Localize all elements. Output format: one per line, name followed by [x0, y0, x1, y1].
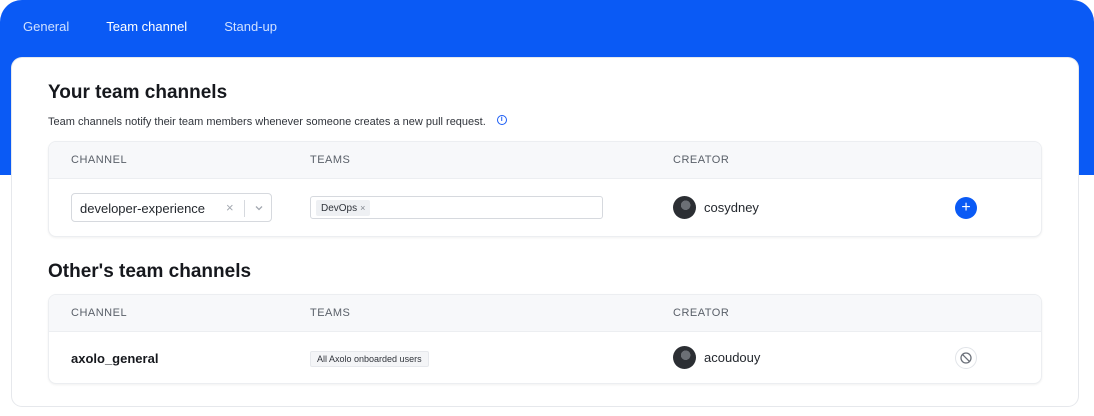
tab-general[interactable]: General [23, 19, 69, 37]
your-channels-table: CHANNEL TEAMS CREATOR developer-experien… [48, 141, 1042, 237]
teams-multiselect[interactable]: DevOps × [310, 196, 603, 219]
column-header-channel: CHANNEL [71, 307, 128, 319]
channel-select[interactable]: developer-experience × [71, 193, 272, 222]
table-row: axolo_general All Axolo onboarded users … [49, 332, 1041, 383]
column-header-teams: TEAMS [310, 307, 351, 319]
table-row: developer-experience × DevOps × cosydney … [49, 179, 1041, 236]
table-header: CHANNEL TEAMS CREATOR [49, 295, 1041, 332]
avatar [673, 196, 696, 219]
team-tag: DevOps × [316, 200, 371, 216]
your-team-channels-description: Team channels notify their team members … [48, 115, 507, 129]
others-channels-table: CHANNEL TEAMS CREATOR axolo_general All … [48, 294, 1042, 384]
your-team-channels-title: Your team channels [48, 82, 228, 103]
creator: acoudouy [673, 346, 760, 369]
column-header-creator: CREATOR [673, 307, 730, 319]
description-text: Team channels notify their team members … [48, 116, 486, 128]
creator-name: cosydney [704, 200, 759, 215]
app-frame: General Team channel Stand-up Your team … [0, 0, 1094, 416]
clear-selection-icon[interactable]: × [226, 200, 234, 215]
ban-icon [960, 352, 972, 364]
creator: cosydney [673, 196, 759, 219]
tab-stand-up[interactable]: Stand-up [224, 19, 277, 37]
info-icon[interactable]: i [496, 115, 507, 125]
add-channel-button[interactable]: + [955, 197, 977, 219]
leave-channel-button[interactable] [955, 347, 977, 369]
team-tag-label: DevOps [321, 203, 358, 214]
settings-card: Your team channels Team channels notify … [12, 58, 1078, 406]
table-header: CHANNEL TEAMS CREATOR [49, 142, 1041, 179]
tab-team-channel[interactable]: Team channel [106, 19, 187, 37]
chevron-down-icon[interactable] [253, 202, 265, 214]
avatar [673, 346, 696, 369]
channel-name: axolo_general [71, 351, 159, 366]
others-team-channels-title: Other's team channels [48, 261, 252, 282]
column-header-channel: CHANNEL [71, 154, 128, 166]
column-header-teams: TEAMS [310, 154, 351, 166]
team-tag: All Axolo onboarded users [310, 351, 429, 367]
select-separator [244, 200, 245, 217]
remove-tag-icon[interactable]: × [360, 203, 365, 213]
channel-select-value: developer-experience [80, 201, 206, 216]
tab-bar: General Team channel Stand-up [23, 19, 314, 37]
creator-name: acoudouy [704, 350, 761, 365]
column-header-creator: CREATOR [673, 154, 730, 166]
